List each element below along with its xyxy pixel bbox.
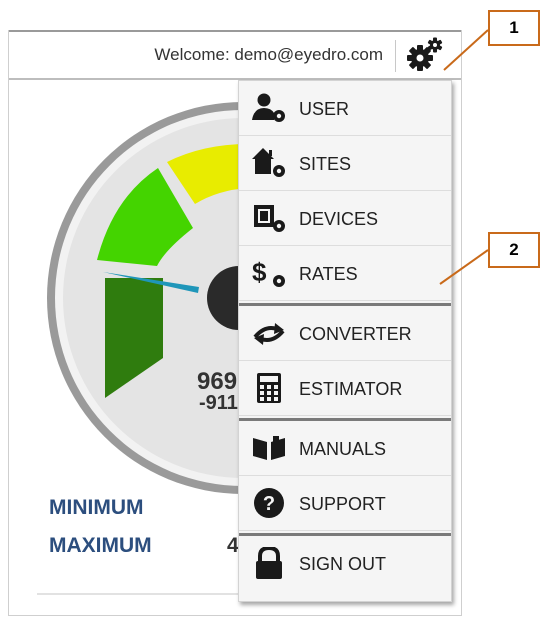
welcome-text: Welcome: demo@eyedro.com xyxy=(154,45,383,64)
top-bar: Welcome: demo@eyedro.com xyxy=(9,30,461,80)
menu-label-user: USER xyxy=(299,99,350,119)
menu-label-sites: SITES xyxy=(299,154,352,174)
callout-1: 1 xyxy=(488,10,540,46)
menu-item-manuals[interactable]: MANUALS xyxy=(239,421,451,476)
menu-label-sign-out: SIGN OUT xyxy=(299,554,387,574)
menu-label-rates: RATES xyxy=(299,264,358,284)
callout-2: 2 xyxy=(488,232,540,268)
swap-arrows-icon xyxy=(253,323,285,345)
menu-label-manuals: MANUALS xyxy=(299,439,387,459)
menu-item-converter[interactable]: CONVERTER xyxy=(239,306,451,361)
topbar-divider xyxy=(395,40,396,72)
user-gear-icon xyxy=(252,93,285,122)
lock-icon xyxy=(256,547,282,579)
menu-item-support[interactable]: ? SUPPORT xyxy=(239,476,451,531)
menu-item-devices[interactable]: DEVICES xyxy=(239,191,451,246)
menu-label-estimator: ESTIMATOR xyxy=(299,379,403,399)
question-icon: ? xyxy=(254,488,284,518)
settings-gears-icon[interactable] xyxy=(405,36,445,74)
menu-label-devices: DEVICES xyxy=(299,209,379,229)
menu-item-user[interactable]: USER xyxy=(239,81,451,136)
minimum-label: MINIMUM xyxy=(49,496,144,519)
menu-item-rates[interactable]: $ RATES xyxy=(239,246,451,301)
gauge-value-secondary: -911 xyxy=(199,392,238,414)
menu-item-estimator[interactable]: ESTIMATOR xyxy=(239,361,451,416)
svg-text:?: ? xyxy=(263,493,275,515)
menu-item-sites[interactable]: SITES xyxy=(239,136,451,191)
menu-label-support: SUPPORT xyxy=(299,494,386,514)
dollar-gear-icon: $ xyxy=(252,257,285,287)
calculator-icon xyxy=(257,373,281,403)
menu-label-converter: CONVERTER xyxy=(299,324,412,344)
menu-item-sign-out[interactable]: SIGN OUT xyxy=(239,536,451,591)
settings-dropdown-menu: USER SITES DEVICES $ RATES CONVERTER EST… xyxy=(238,80,452,602)
book-icon xyxy=(253,436,285,460)
chip-gear-icon xyxy=(254,205,285,232)
maximum-label: MAXIMUM xyxy=(49,534,152,557)
svg-text:$: $ xyxy=(252,257,267,287)
maximum-value: 4 xyxy=(227,534,239,557)
house-gear-icon xyxy=(252,148,285,177)
